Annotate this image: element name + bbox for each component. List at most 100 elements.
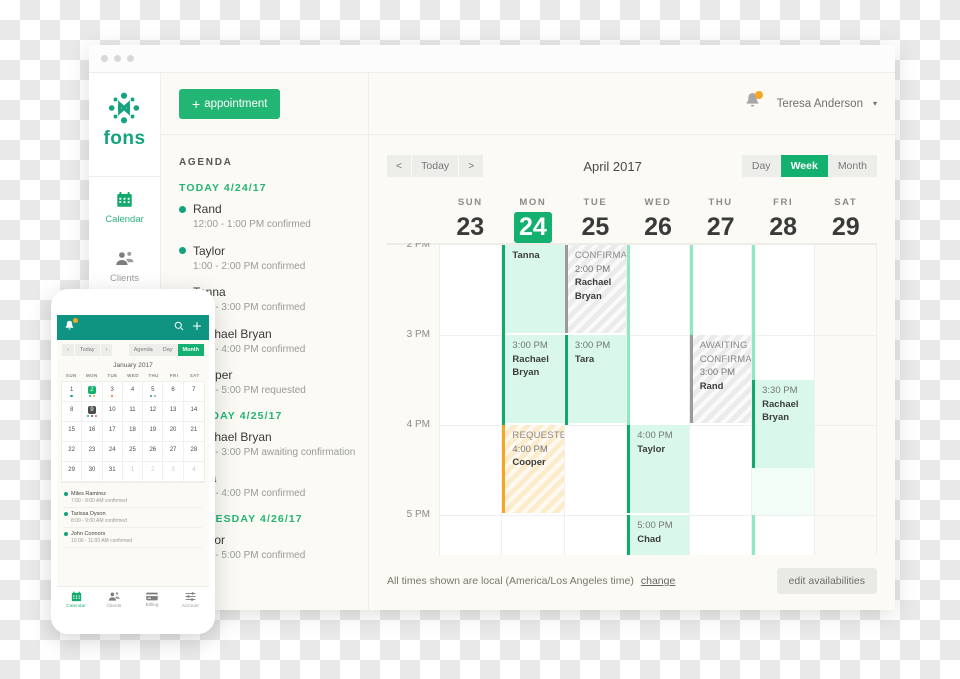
phone-day-cell[interactable]: 5	[143, 382, 164, 402]
phone-tab-billing[interactable]: Billing	[133, 587, 171, 612]
phone-day-cell[interactable]: 22	[62, 442, 83, 462]
phone-day-cell[interactable]: 17	[102, 422, 123, 442]
event-tanna[interactable]: Tanna	[502, 245, 564, 334]
event-rachael-bryan-tue[interactable]: CONFIRMA 2:00 PM Rachael Bryan	[564, 245, 627, 334]
phone-tab-account[interactable]: Account	[171, 587, 209, 612]
day-of-week-label: SUN	[457, 197, 483, 208]
event-tara[interactable]: 3:00 PM Tara	[564, 335, 627, 424]
notification-bell-wrap[interactable]	[744, 91, 763, 115]
phone-day-cell[interactable]: 15	[62, 422, 83, 442]
phone-day-cell[interactable]: 28	[183, 442, 204, 462]
view-week-button[interactable]: Week	[780, 155, 828, 177]
phone-day-cell[interactable]: 4	[183, 462, 204, 482]
day-column-mon[interactable]: Tanna 3:00 PM Rachael Bryan REQUESTE 4:0…	[501, 245, 564, 555]
prev-week-button[interactable]: <	[387, 155, 413, 177]
phone-day-cell[interactable]: 19	[143, 422, 164, 442]
add-appointment-button[interactable]: + appointment	[179, 88, 281, 119]
calendar-grid[interactable]: 2 PM 3 PM 4 PM 5 PM Tanna 3:00 PM Rachae…	[387, 243, 877, 555]
phone-agenda-list[interactable]: Miles Ramirez 7:00 - 8:00 AM confirmed T…	[57, 483, 209, 586]
phone-view-month[interactable]: Month	[177, 344, 204, 356]
phone-view-agenda[interactable]: Agenda	[129, 344, 158, 356]
phone-day-cell[interactable]: 1	[62, 382, 83, 402]
search-icon[interactable]	[174, 321, 184, 334]
phone-day-cell[interactable]: 3	[163, 462, 184, 482]
phone-day-cell[interactable]: 4	[122, 382, 144, 402]
plus-icon[interactable]	[192, 321, 202, 334]
phone-day-cell[interactable]: 12	[143, 402, 164, 422]
phone-day-cell[interactable]: 6	[163, 382, 184, 402]
event-chad[interactable]: 5:00 PM Chad	[627, 515, 689, 555]
day-header-sat[interactable]: SAT 29	[814, 197, 877, 243]
day-header-thu[interactable]: THU 27	[689, 197, 752, 243]
phone-agenda-item[interactable]: Miles Ramirez 7:00 - 8:00 AM confirmed	[64, 488, 202, 508]
event-rand[interactable]: AWAITING CONFIRMA 3:00 PM Rand	[689, 335, 752, 424]
window-minimize-dot[interactable]	[114, 55, 121, 62]
phone-day-cell[interactable]: 18	[122, 422, 144, 442]
agenda-item[interactable]: Taylor 1:00 - 2:00 PM confirmed	[179, 244, 368, 275]
phone-day-cell[interactable]: 2	[82, 382, 103, 402]
phone-day-cell[interactable]: 16	[82, 422, 103, 442]
view-month-button[interactable]: Month	[828, 155, 877, 177]
event-cooper[interactable]: REQUESTE 4:00 PM Cooper	[502, 425, 564, 514]
phone-agenda-item[interactable]: John Connors 10:00 - 11:00 AM confirmed	[64, 528, 202, 548]
phone-prev-button[interactable]: ‹	[62, 344, 75, 356]
phone-day-cell[interactable]: 8	[62, 402, 83, 422]
phone-day-cell[interactable]: 9	[82, 402, 103, 422]
phone-day-cell[interactable]: 3	[102, 382, 123, 402]
phone-day-cell[interactable]: 31	[102, 462, 123, 482]
phone-day-cell[interactable]: 25	[122, 442, 144, 462]
phone-tab-calendar[interactable]: Calendar	[57, 587, 95, 612]
day-header-fri[interactable]: FRI 28	[752, 197, 815, 243]
phone-tab-clients[interactable]: Clients	[95, 587, 133, 612]
phone-day-cell[interactable]: 27	[163, 442, 184, 462]
window-close-dot[interactable]	[101, 55, 108, 62]
day-column-thu[interactable]: AWAITING CONFIRMA 3:00 PM Rand	[688, 245, 752, 555]
phone-day-cell[interactable]: 24	[102, 442, 123, 462]
day-header-sun[interactable]: SUN 23	[439, 197, 502, 243]
phone-day-cell[interactable]: 23	[82, 442, 103, 462]
phone-view-day[interactable]: Day	[158, 344, 178, 356]
clients-icon	[108, 591, 120, 601]
view-day-button[interactable]: Day	[742, 155, 781, 177]
phone-day-cell[interactable]: 14	[183, 402, 204, 422]
chevron-down-icon[interactable]: ▾	[873, 99, 877, 108]
change-timezone-link[interactable]: change	[641, 575, 675, 587]
day-header-tue[interactable]: TUE 25	[564, 197, 627, 243]
phone-day-cell[interactable]: 30	[82, 462, 103, 482]
day-column-sun[interactable]	[439, 245, 502, 555]
next-week-button[interactable]: >	[459, 155, 484, 177]
phone-day-cell[interactable]: 21	[183, 422, 204, 442]
phone-day-cell[interactable]: 13	[163, 402, 184, 422]
event-taylor[interactable]: 4:00 PM Taylor	[627, 425, 689, 514]
window-maximize-dot[interactable]	[127, 55, 134, 62]
agenda-item[interactable]: Rand 12:00 - 1:00 PM confirmed	[179, 202, 368, 233]
day-header-wed[interactable]: WED 26	[627, 197, 690, 243]
day-column-fri[interactable]: 3:30 PM Rachael Bryan	[751, 245, 814, 555]
edit-availabilities-button[interactable]: edit availabilities	[776, 568, 877, 594]
phone-day-cell[interactable]: 29	[62, 462, 83, 482]
phone-day-cell[interactable]: 26	[143, 442, 164, 462]
phone-next-button[interactable]: ›	[101, 344, 113, 356]
sidebar-item-calendar[interactable]: Calendar	[89, 177, 161, 236]
event-name: Rachael Bryan	[512, 353, 549, 379]
phone-today-button[interactable]: Today	[75, 344, 101, 356]
phone-day-cell[interactable]: 20	[163, 422, 184, 442]
phone-month-grid[interactable]: 1 2 3 4 5 6 7 8 9 10 11 12 13 14 15 16 17 18 19 20 21 22 23 24 2…	[61, 381, 205, 483]
day-column-sat[interactable]	[813, 245, 877, 555]
phone-day-cell[interactable]: 7	[183, 382, 204, 402]
phone-day-cell[interactable]: 1	[122, 462, 144, 482]
phone-day-cell[interactable]: 2	[143, 462, 164, 482]
sidebar-item-clients[interactable]: Clients	[89, 236, 161, 295]
day-header-mon[interactable]: MON 24	[502, 197, 565, 244]
phone-month-label: January 2017	[113, 362, 153, 369]
day-column-wed[interactable]: 4:00 PM Taylor 5:00 PM Chad	[626, 245, 689, 555]
phone-agenda-item[interactable]: Tarissa Dyson 8:00 - 9:00 AM confirmed	[64, 508, 202, 528]
day-column-tue[interactable]: CONFIRMA 2:00 PM Rachael Bryan 3:00 PM T…	[563, 245, 627, 555]
phone-day-cell[interactable]: 10	[102, 402, 123, 422]
today-button[interactable]: Today	[412, 155, 460, 177]
phone-bell-icon[interactable]	[64, 317, 78, 337]
day-of-week-label: SAT	[834, 197, 858, 208]
event-rachael-bryan-fri[interactable]: 3:30 PM Rachael Bryan	[752, 380, 814, 469]
phone-day-cell[interactable]: 11	[122, 402, 144, 422]
event-rachael-bryan-mon[interactable]: 3:00 PM Rachael Bryan	[502, 335, 564, 424]
